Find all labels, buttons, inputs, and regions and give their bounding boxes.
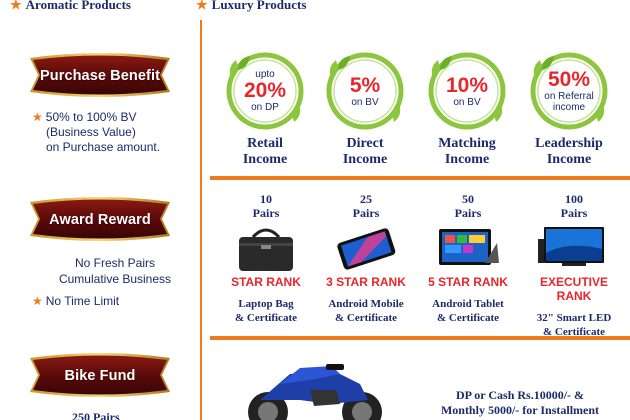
income-percent: 20% (243, 79, 287, 102)
pairs-label: Pairs (560, 206, 588, 220)
award-reward-text: No Fresh Pairs Cumulative Business (40, 255, 190, 287)
purchase-benefit-banner: Purchase Benefit (24, 52, 176, 98)
income-title: Leadership Income (535, 136, 603, 167)
income-basis: on BV (453, 96, 481, 108)
award-item: 50 Pairs 5 STAR RANK Android Tablet & Certif… (416, 192, 520, 325)
award-bullet: ★ No Time Limit (32, 294, 120, 308)
star-icon: ★ (32, 294, 43, 308)
income-title: Direct Income (342, 136, 388, 167)
star-icon: ★ (10, 0, 22, 12)
bike-fund-title: Bike Fund (64, 368, 136, 384)
top-category-label: Luxury Products (211, 0, 307, 12)
percent-circle: 50% on Referral income (528, 50, 610, 132)
income-percent: 10% (445, 73, 489, 97)
android-mobile-icon (314, 223, 418, 273)
pairs-label: Pairs (252, 206, 280, 220)
income-item: 5% on BV Direct Income (316, 50, 414, 168)
pairs-label: Pairs (352, 206, 380, 220)
rank-label: 5 STAR RANK (428, 275, 508, 289)
top-category-aromatic: ★ Aromatic Products (10, 0, 131, 13)
award-item: 100 Pairs EXECUTIVE RANK 32" Smart LED & Cer… (522, 192, 626, 339)
income-percent: 50% (547, 68, 591, 91)
income-percent: 5% (349, 73, 381, 97)
percent-circle: upto 20% on DP (224, 50, 306, 132)
award-description: 32" Smart LED & Certificate (536, 312, 612, 338)
motorbike-icon (248, 364, 382, 420)
pairs-count: 50 (462, 192, 474, 206)
rank-label: STAR RANK (231, 275, 301, 289)
income-item: 10% on BV Matching Income (418, 50, 516, 168)
pairs-count: 25 (360, 192, 372, 206)
pairs-label: Pairs (454, 206, 482, 220)
percent-circle: 10% on BV (426, 50, 508, 132)
income-item: upto 20% on DP Retail Income (216, 50, 314, 168)
purchase-benefit-title: Purchase Benefit (39, 68, 161, 84)
purchase-line: (Business Value) (46, 125, 136, 139)
income-item: 50% on Referral income Leadership Income (520, 50, 618, 168)
bike-pairs-text: 250 Pairs (72, 410, 120, 420)
income-basis: on BV (351, 96, 379, 108)
purchase-benefit-text: ★ 50% to 100% BV (Business Value) on Purc… (32, 110, 160, 155)
award-description: Laptop Bag & Certificate (235, 298, 297, 324)
rank-label: 3 STAR RANK (326, 275, 406, 289)
award-line: Cumulative Business (58, 272, 172, 286)
income-title: Matching Income (438, 136, 496, 167)
rank-label: EXECUTIVE RANK (539, 275, 608, 303)
award-item: 10 Pairs STAR RANK Laptop Bag & Certificate (214, 192, 318, 325)
bike-offer-text: DP or Cash Rs.10000/- & Monthly 5000/- f… (400, 388, 630, 418)
income-title: Retail Income (242, 136, 288, 167)
purchase-line: on Purchase amount. (46, 140, 161, 154)
income-basis: on DP (251, 102, 279, 113)
pairs-count: 100 (565, 192, 583, 206)
bike-offer-line: DP or Cash Rs.10000/- & (455, 388, 585, 402)
top-category-label: Aromatic Products (25, 0, 131, 12)
column-divider (200, 20, 202, 420)
bike-offer-line: Monthly 5000/- for Installment (440, 403, 600, 417)
bike-fund-banner: Bike Fund (24, 352, 176, 398)
motorbike-image (240, 360, 390, 420)
award-description: Android Tablet & Certificate (432, 298, 504, 324)
row-divider (210, 176, 630, 180)
smart-led-tv-icon (522, 223, 626, 273)
award-reward-banner: Award Reward (24, 196, 176, 242)
top-category-strip: ★ Aromatic Products ★ Luxury Products (0, 0, 630, 14)
top-category-luxury: ★ Luxury Products (196, 0, 306, 13)
percent-circle: 5% on BV (324, 50, 406, 132)
award-line: No Fresh Pairs (74, 256, 156, 270)
pairs-count: 10 (260, 192, 272, 206)
laptop-bag-icon (214, 223, 318, 273)
purchase-bullet: ★ 50% to 100% BV (32, 110, 137, 124)
award-description: Android Mobile & Certificate (328, 298, 404, 324)
award-reward-title: Award Reward (49, 212, 151, 228)
android-tablet-icon (416, 223, 520, 273)
award-item: 25 Pairs 3 STAR RANK Android Mobile & Certif… (314, 192, 418, 325)
income-basis: on Referral income (544, 91, 594, 113)
star-icon: ★ (196, 0, 208, 12)
star-icon: ★ (32, 110, 43, 124)
